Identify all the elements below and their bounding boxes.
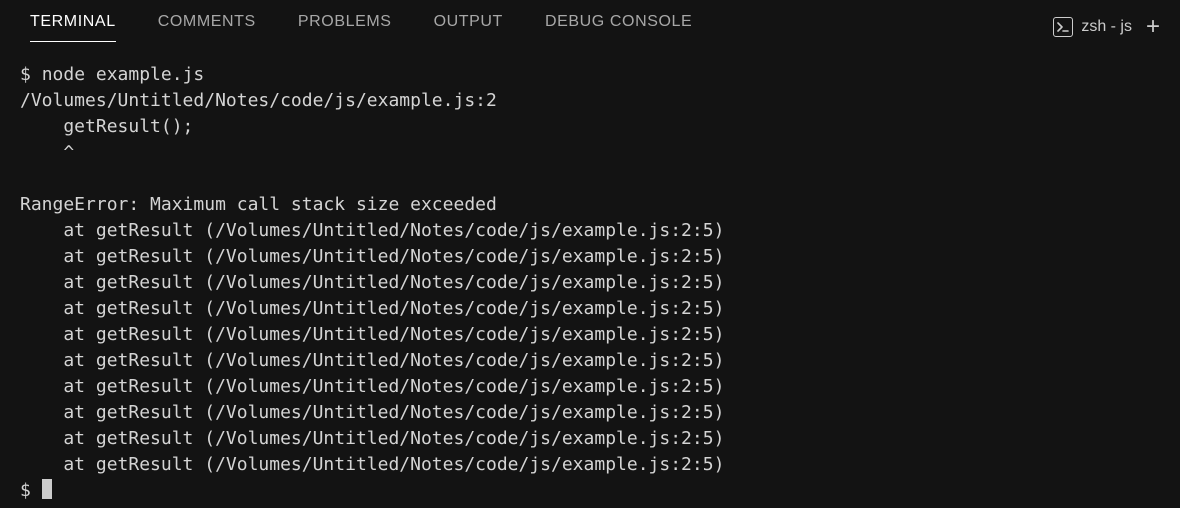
header-actions: zsh - js + [1053,15,1160,39]
tab-problems[interactable]: PROBLEMS [298,13,392,42]
shell-selector[interactable]: zsh - js [1053,17,1132,37]
tab-comments[interactable]: COMMENTS [158,13,256,42]
error-message: RangeError: Maximum call stack size exce… [20,194,497,215]
error-code-line: getResult(); [20,116,193,137]
terminal-icon [1053,17,1073,37]
stack-frame: at getResult (/Volumes/Untitled/Notes/co… [20,402,724,423]
cursor [42,479,52,499]
panel-header: TERMINAL COMMENTS PROBLEMS OUTPUT DEBUG … [0,0,1180,44]
prompt: $ [20,64,31,85]
stack-frame: at getResult (/Volumes/Untitled/Notes/co… [20,350,724,371]
stack-frame: at getResult (/Volumes/Untitled/Notes/co… [20,428,724,449]
stack-frame: at getResult (/Volumes/Untitled/Notes/co… [20,454,724,475]
command-text: node example.js [42,64,205,85]
stack-frame: at getResult (/Volumes/Untitled/Notes/co… [20,376,724,397]
error-file-line: /Volumes/Untitled/Notes/code/js/example.… [20,90,497,111]
stack-frame: at getResult (/Volumes/Untitled/Notes/co… [20,246,724,267]
panel-tabs: TERMINAL COMMENTS PROBLEMS OUTPUT DEBUG … [30,13,692,42]
tab-terminal[interactable]: TERMINAL [30,13,116,42]
terminal-output[interactable]: $ node example.js /Volumes/Untitled/Note… [0,44,1180,504]
new-terminal-button[interactable]: + [1146,15,1160,39]
error-caret-line: ^ [20,142,74,163]
tab-output[interactable]: OUTPUT [434,13,503,42]
prompt: $ [20,480,31,501]
stack-frame: at getResult (/Volumes/Untitled/Notes/co… [20,324,724,345]
shell-label: zsh - js [1081,18,1132,36]
stack-frame: at getResult (/Volumes/Untitled/Notes/co… [20,220,724,241]
tab-debug-console[interactable]: DEBUG CONSOLE [545,13,692,42]
stack-frame: at getResult (/Volumes/Untitled/Notes/co… [20,298,724,319]
stack-frame: at getResult (/Volumes/Untitled/Notes/co… [20,272,724,293]
